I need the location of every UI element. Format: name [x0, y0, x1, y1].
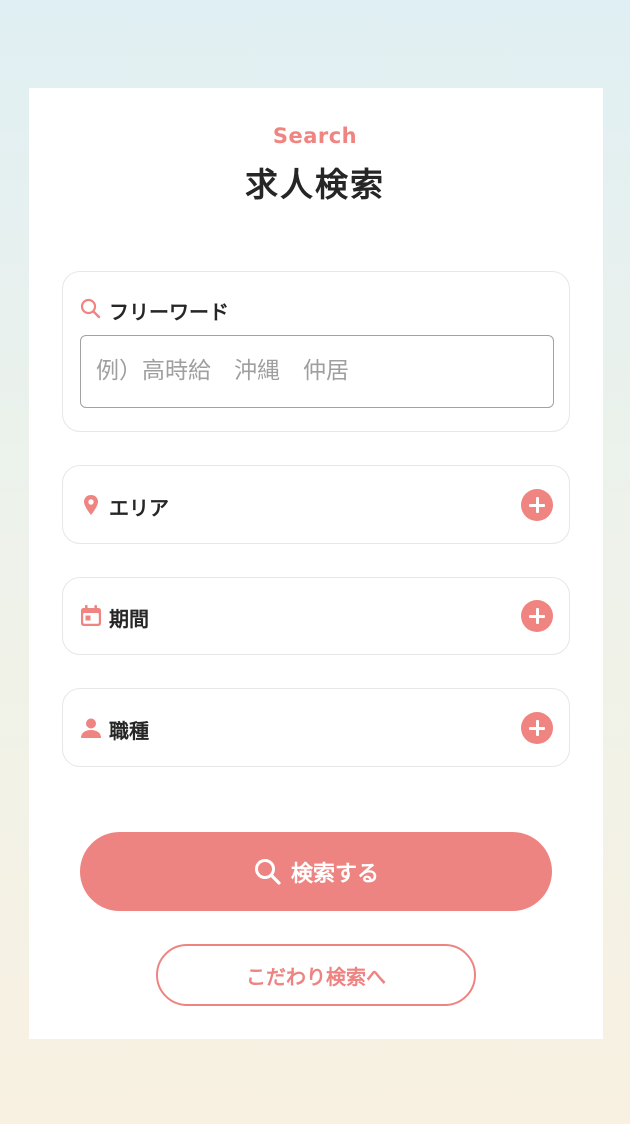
- page-title: 求人検索: [245, 165, 385, 204]
- search-icon: [79, 297, 103, 321]
- filter-panel-area[interactable]: エリア: [62, 465, 570, 544]
- location-pin-icon: [79, 493, 103, 517]
- plus-circle-icon[interactable]: [521, 712, 553, 744]
- detailed-search-label: こだわり検索へ: [246, 964, 386, 989]
- section-eyebrow: Search: [272, 124, 358, 148]
- filter-label-period: 期間: [109, 607, 149, 631]
- filter-panel-period[interactable]: 期間: [62, 577, 570, 655]
- filter-panel-job[interactable]: 職種: [62, 688, 570, 767]
- freeword-input[interactable]: 例）高時給 沖縄 仲居: [80, 335, 554, 408]
- search-button-label: 検索する: [290, 861, 379, 887]
- freeword-panel: フリーワード 例）高時給 沖縄 仲居: [62, 271, 570, 432]
- calendar-icon: [79, 604, 103, 628]
- detailed-search-button[interactable]: こだわり検索へ: [156, 944, 476, 1006]
- plus-circle-icon[interactable]: [521, 600, 553, 632]
- search-button[interactable]: 検索する: [80, 832, 552, 911]
- freeword-label: フリーワード: [109, 300, 229, 324]
- search-icon: [254, 858, 281, 885]
- person-icon: [79, 716, 103, 740]
- plus-circle-icon[interactable]: [521, 489, 553, 521]
- filter-label-area: エリア: [109, 496, 169, 520]
- filter-label-job: 職種: [109, 719, 149, 743]
